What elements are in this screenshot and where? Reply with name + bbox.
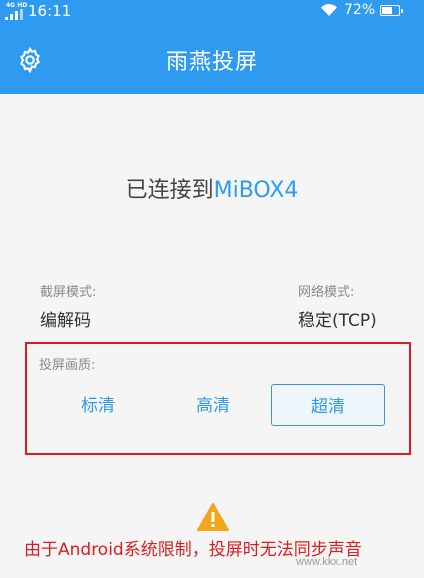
quality-option-uhd[interactable]: 超清: [271, 384, 385, 426]
wifi-icon: [321, 4, 337, 17]
capture-mode-label: 截屏模式:: [40, 285, 97, 300]
connection-status: 已连接到MiBOX4: [0, 172, 424, 204]
battery-percent: 72%: [344, 2, 376, 18]
quality-label: 投屏画质:: [39, 358, 96, 373]
network-type: 4G HD: [6, 2, 28, 9]
warning-icon: [197, 503, 229, 531]
quality-option-sd[interactable]: 标清: [41, 384, 155, 426]
quality-section: 投屏画质: 标清 高清 超清: [25, 342, 411, 455]
watermark-text: www.kkx.net: [296, 556, 358, 568]
battery-icon: [380, 5, 403, 16]
status-bar: 4G HD 16:11 72%: [0, 0, 424, 22]
signal-icon: [5, 9, 23, 20]
connection-prefix: 已连接到: [125, 178, 214, 203]
network-mode-label: 网络模式:: [298, 285, 355, 300]
app-header: 雨燕投屏: [0, 22, 424, 94]
status-time: 16:11: [28, 2, 72, 20]
page-title: 雨燕投屏: [165, 50, 258, 75]
quality-option-hd[interactable]: 高清: [156, 384, 270, 426]
connected-device-name: MiBOX4: [213, 178, 299, 203]
capture-mode-value[interactable]: 编解码: [40, 306, 91, 331]
network-mode-value[interactable]: 稳定(TCP): [298, 306, 377, 331]
